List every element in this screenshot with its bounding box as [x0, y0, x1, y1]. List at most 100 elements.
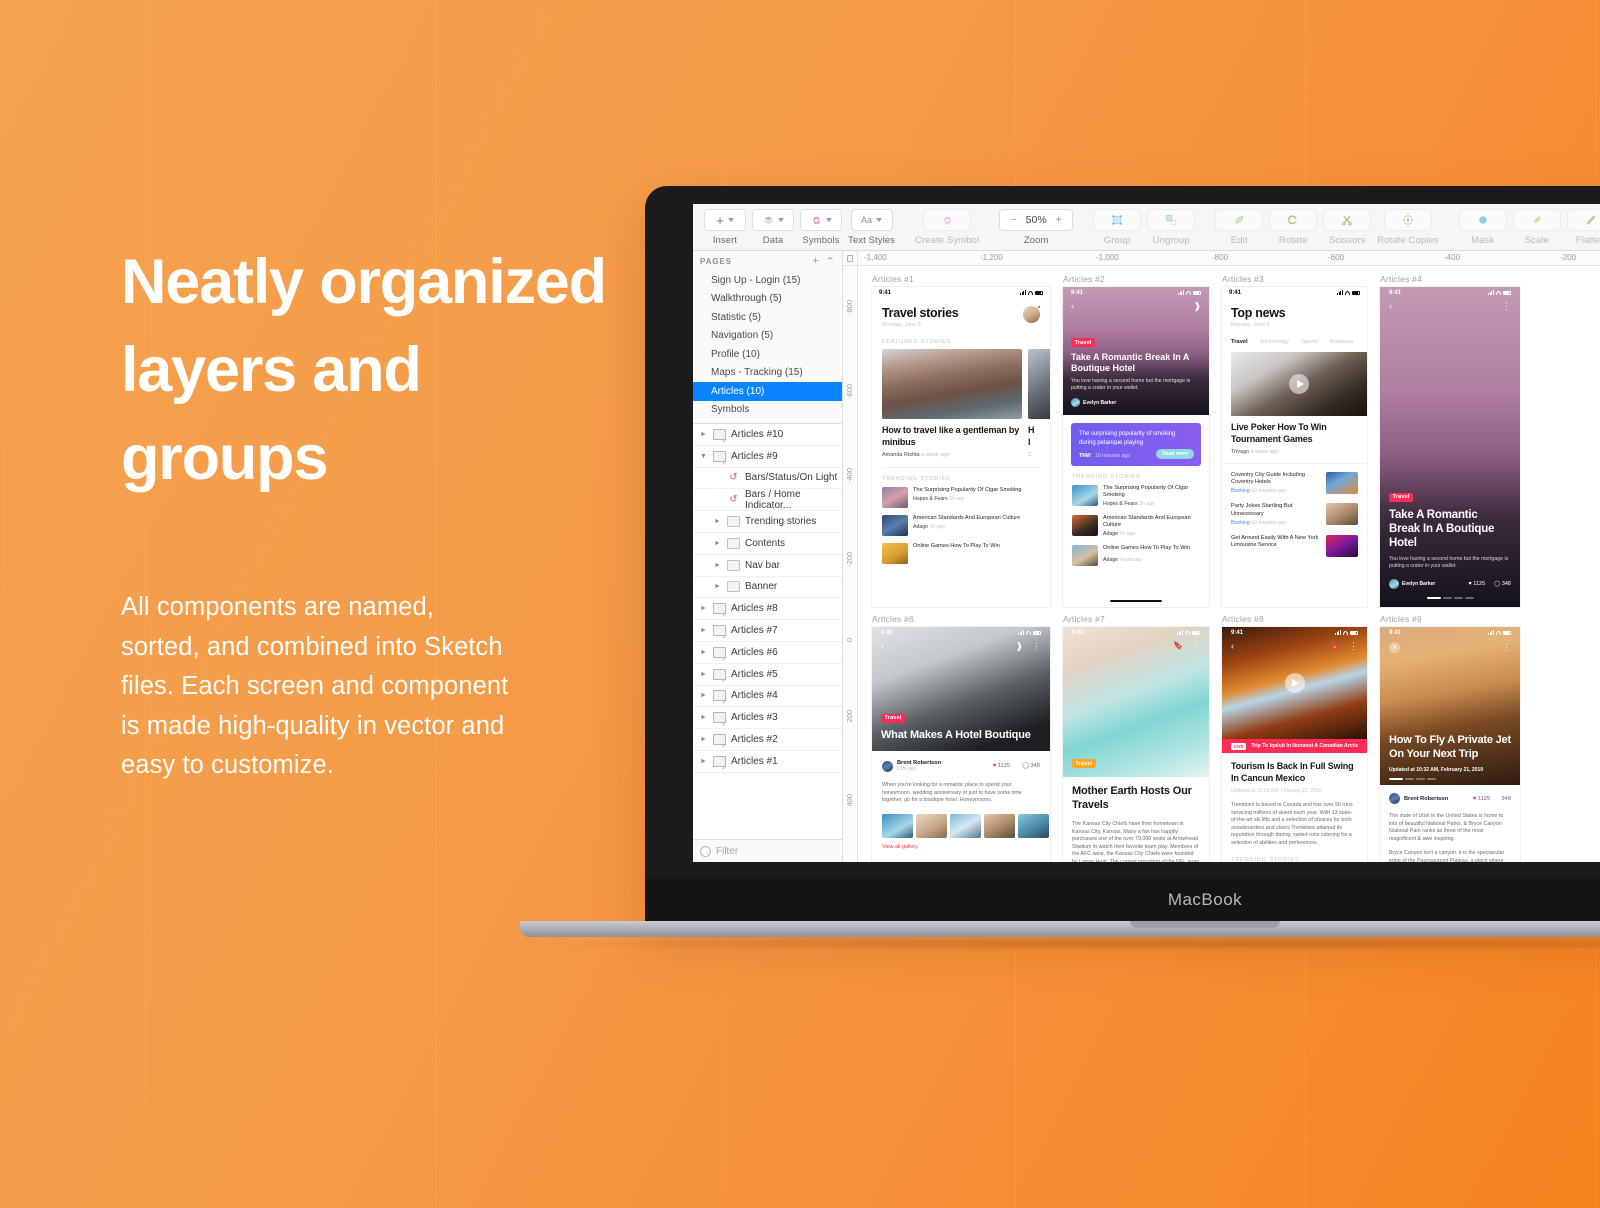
phone-screen[interactable]: 9:41 ‹ ❱ Travel Take A Romantic Break In…: [1063, 287, 1209, 607]
gallery-thumb[interactable]: [950, 813, 981, 838]
layer-row[interactable]: ► Trending stories: [693, 511, 842, 533]
layer-row[interactable]: ► Articles #10: [693, 424, 842, 446]
back-icon[interactable]: ‹: [1231, 641, 1234, 652]
page-item-navigation[interactable]: Navigation (5): [693, 327, 842, 346]
artboard-label[interactable]: Articles #8: [1222, 614, 1367, 624]
more-icon[interactable]: ⋮: [1349, 641, 1358, 652]
layer-row[interactable]: ► Contents: [693, 533, 842, 555]
phone-screen[interactable]: 9:41 Travel stories Monday, June 8 FEATU…: [872, 287, 1050, 607]
disclosure-icon[interactable]: ►: [699, 692, 708, 699]
phone-screen[interactable]: 9:41 ‹ ❱ ⋮ Travel What Makes A Hotel Bou…: [872, 627, 1050, 862]
phone-screen[interactable]: 9:41 🔖 ⋮ Travel Mother Earth Hosts Our T…: [1063, 627, 1209, 862]
hero-image[interactable]: 9:41 ‹ ❱ Travel Take A Romantic Break In…: [1063, 287, 1209, 415]
page-item-symbols[interactable]: Symbols: [693, 401, 842, 420]
toolbar-item-symbols[interactable]: Symbols: [800, 209, 842, 246]
horizontal-ruler-track[interactable]: -1,400 -1,200 -1,000 -800 -600 -400 -200…: [858, 251, 1600, 265]
page-item-articles[interactable]: Articles (10): [693, 382, 842, 401]
layer-row[interactable]: ► Articles #8: [693, 598, 842, 621]
toolbar-item-rotate[interactable]: Rotate: [1269, 209, 1318, 246]
phone-screen[interactable]: 9:41 ✕ ⋮ How To Fly A Private Jet On You…: [1380, 627, 1520, 862]
disclosure-icon[interactable]: ►: [699, 758, 708, 765]
disclosure-icon[interactable]: ►: [713, 562, 722, 569]
tab-travel[interactable]: Travel: [1231, 339, 1248, 345]
artboard-articles-3[interactable]: Articles #3 9:41 Top news Monday, June 8…: [1222, 274, 1367, 607]
comments-count[interactable]: ◯ 348: [1494, 581, 1511, 587]
disclosure-icon[interactable]: ►: [699, 649, 708, 656]
toolbar-item-group[interactable]: Group: [1093, 209, 1142, 246]
gallery-thumb[interactable]: [882, 813, 913, 838]
page-item-statistic[interactable]: Statistic (5): [693, 308, 842, 327]
add-page-icon[interactable]: +: [812, 255, 818, 268]
share-icon[interactable]: ❱: [1015, 641, 1023, 652]
layer-row[interactable]: ► Banner: [693, 577, 842, 599]
hero-image[interactable]: 9:41 ‹ ❱ ⋮ Travel What Makes A Hotel Bou…: [872, 627, 1050, 751]
artboard-articles-2[interactable]: Articles #2 9:41 ‹ ❱ Travel Take A Roman…: [1063, 274, 1209, 607]
disclosure-icon[interactable]: ►: [699, 671, 708, 678]
promo-card[interactable]: The surprising popularity of smoking dur…: [1071, 423, 1201, 466]
news-item[interactable]: Coventry City Guide Including Coventry H…: [1231, 472, 1358, 494]
comments-count[interactable]: ◯ 348: [1022, 763, 1040, 769]
toolbar-item-insert[interactable]: + Insert: [704, 209, 746, 246]
vertical-ruler[interactable]: -800 -600 -400 -200 0 200 400 600: [843, 266, 858, 862]
toolbar-item-data[interactable]: Data: [752, 209, 794, 246]
feature-video[interactable]: [1231, 352, 1367, 416]
share-icon[interactable]: ❱: [1193, 301, 1201, 312]
layer-row[interactable]: ► Articles #4: [693, 686, 842, 708]
disclosure-icon[interactable]: ►: [699, 627, 708, 634]
disclosure-icon[interactable]: ▼: [699, 453, 708, 460]
horizontal-ruler[interactable]: -1,400 -1,200 -1,000 -800 -600 -400 -200…: [843, 251, 1600, 266]
layer-row[interactable]: ► Articles #1: [693, 751, 842, 773]
artboard-articles-9[interactable]: Articles #9 9:41 ✕ ⋮ How To Fly A Privat…: [1380, 614, 1520, 862]
layer-row[interactable]: ► Nav bar: [693, 555, 842, 577]
phone-screen[interactable]: 9:41 ‹ ⋮ Travel Take A Romantic Break In…: [1380, 287, 1520, 607]
close-icon[interactable]: ✕: [1389, 642, 1400, 653]
toolbar-item-scale[interactable]: Scale: [1512, 209, 1561, 246]
artboard-label[interactable]: Articles #2: [1063, 274, 1209, 284]
artboard-articles-8[interactable]: Articles #8 9:41 ‹ 🔖 ⋮ LIVE Trip To Iqal…: [1222, 614, 1367, 862]
layer-row[interactable]: ►↺Bars / Home Indicator...: [693, 489, 842, 512]
page-item-walkthrough[interactable]: Walkthrough (5): [693, 290, 842, 309]
back-icon[interactable]: ‹: [1389, 301, 1392, 312]
back-icon[interactable]: ‹: [1071, 301, 1074, 312]
layer-filter[interactable]: Filter: [693, 839, 842, 862]
trending-item[interactable]: The Surprising Popularity Of Cigar Smoki…: [882, 487, 1040, 508]
disclosure-icon[interactable]: ►: [713, 540, 722, 547]
more-icon[interactable]: ⋮: [1192, 641, 1200, 650]
layer-row[interactable]: ► Articles #6: [693, 642, 842, 664]
toolbar-item-create-symbol[interactable]: Create Symbol: [915, 209, 979, 246]
news-item[interactable]: Party Jokes Startling But Unnecessary Bo…: [1231, 503, 1358, 526]
trending-item[interactable]: The Surprising Popularity Of Cigar Smoki…: [1072, 485, 1200, 507]
artboard-articles-7[interactable]: Articles #7 9:41 �: [1063, 614, 1209, 862]
artboard-articles-1[interactable]: Articles #1 9:41 Travel stories Monday, …: [872, 274, 1050, 607]
toolbar-item-zoom[interactable]: − 50% + Zoom: [999, 209, 1074, 246]
toolbar-item-text-styles[interactable]: Aa Text Styles: [848, 209, 895, 246]
page-item-sign-up-login[interactable]: Sign Up - Login (15): [693, 271, 842, 290]
trending-item[interactable]: Online Games How To Play To Win Adage Yes…: [1072, 544, 1200, 566]
page-item-maps-tracking[interactable]: Maps - Tracking (15): [693, 364, 842, 383]
layer-row[interactable]: ► Articles #5: [693, 664, 842, 686]
toolbar-item-ungroup[interactable]: Ungroup: [1147, 209, 1196, 246]
artboard-articles-4[interactable]: Articles #4 9:41 ‹ ⋮ Travel Take A Roman…: [1380, 274, 1520, 607]
layer-row[interactable]: ►↺Bars/Status/On Light: [693, 468, 842, 490]
collapse-pages-icon[interactable]: ⌃: [826, 255, 835, 268]
likes-count[interactable]: ♥ 1125: [1473, 796, 1491, 802]
toolbar-item-edit[interactable]: Edit: [1215, 209, 1264, 246]
layer-row[interactable]: ► Articles #2: [693, 729, 842, 751]
play-icon[interactable]: [1284, 673, 1305, 693]
promo-button[interactable]: Read more: [1156, 449, 1194, 459]
gallery-thumb[interactable]: [1018, 813, 1049, 838]
layer-row[interactable]: ► Articles #7: [693, 620, 842, 642]
trending-item[interactable]: American Standards And European Culture …: [882, 515, 1040, 536]
live-banner[interactable]: LIVE Trip To Iqaluit In Nunavut A Canadi…: [1222, 739, 1367, 753]
layer-row[interactable]: ► Articles #3: [693, 707, 842, 730]
phone-screen[interactable]: 9:41 ‹ 🔖 ⋮ LIVE Trip To Iqaluit In Nunav…: [1222, 627, 1367, 862]
feature-image[interactable]: [882, 349, 1022, 419]
toolbar-item-rotate-copies[interactable]: Rotate Copies: [1377, 209, 1439, 246]
artboard-canvas[interactable]: Articles #1 9:41 Travel stories Monday, …: [858, 266, 1600, 862]
tab-business[interactable]: Business: [1330, 339, 1354, 345]
artboard-label[interactable]: Articles #1: [872, 274, 1050, 284]
disclosure-icon[interactable]: ►: [699, 736, 708, 743]
toolbar-item-flatten[interactable]: Flatten: [1566, 209, 1600, 246]
more-icon[interactable]: ⋮: [1032, 641, 1041, 652]
more-icon[interactable]: ⋮: [1502, 301, 1511, 312]
